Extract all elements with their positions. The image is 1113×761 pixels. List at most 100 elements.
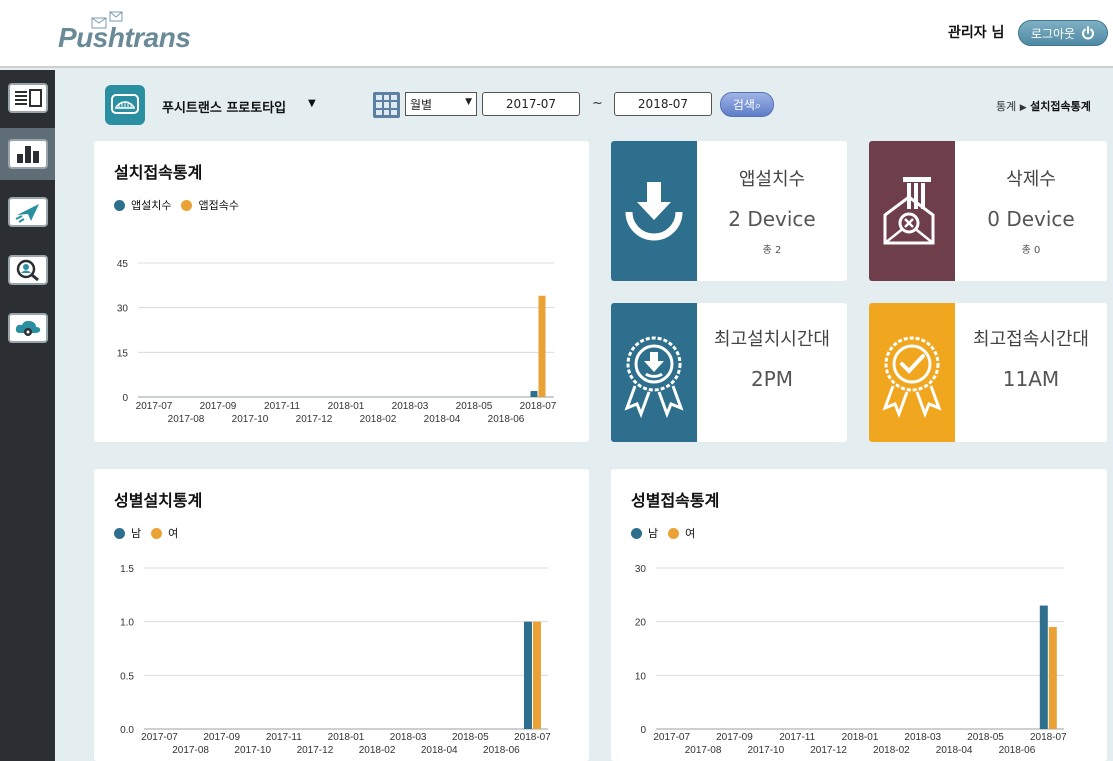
y-tick-label: 1.0 [120, 618, 134, 629]
x-tick-label: 2017-11 [266, 732, 302, 743]
caret-down-icon[interactable]: ▼ [308, 98, 316, 109]
x-tick-label: 2017-12 [297, 745, 334, 756]
card-icon-area [869, 141, 955, 281]
x-tick-label: 2017-08 [168, 414, 205, 425]
peak-install-card: 최고설치시간대 2PM [611, 303, 847, 442]
card-label: 최고접속시간대 [973, 329, 1089, 350]
x-tick-label: 2018-04 [936, 745, 973, 756]
logo-text: Pushtrans [58, 22, 191, 53]
search-button[interactable]: 검색⌕ [720, 92, 774, 117]
x-tick-label: 2018-06 [999, 745, 1036, 756]
triangle-right-icon: ▶ [1019, 103, 1027, 113]
x-tick-label: 2017-08 [685, 745, 722, 756]
card-value: 11AM [1002, 367, 1060, 391]
date-range-separator: ~ [592, 96, 603, 111]
list-panel-icon [14, 89, 42, 107]
search-button-label: 검색 [732, 98, 755, 112]
x-tick-label: 2017-12 [810, 745, 847, 756]
x-tick-label: 2018-02 [360, 414, 397, 425]
card-value: 2PM [750, 367, 794, 391]
y-tick-label: 30 [635, 564, 647, 575]
card-label: 삭제수 [1006, 169, 1056, 190]
card-icon-area [869, 303, 955, 442]
period-select-value: 월별 [410, 98, 433, 112]
card-value: 0 Device [987, 207, 1075, 231]
gender-install-panel: 성별설치통계 남 여 0.0 0.5 1.0 1.5 2017-07 2017-08 201… [94, 469, 589, 761]
breadcrumb-current: 설치접속통계 [1030, 100, 1091, 113]
x-tick-label: 2018-03 [904, 732, 941, 743]
install-access-panel: 설치접속통계 앱설치수 앱접속수 0 15 30 45 2017-07 2017-08 20… [94, 141, 589, 442]
gender-install-chart: 0.0 0.5 1.0 1.5 2017-07 2017-08 2017-09 2017-10… [120, 564, 551, 756]
install-access-chart: 0 15 30 45 2017-07 2017-08 2017-09 2017-10 2017-… [117, 259, 557, 425]
x-tick-label: 2018-06 [488, 414, 525, 425]
y-tick-label: 15 [117, 348, 129, 359]
sidebar-item-dashboard[interactable] [0, 72, 55, 124]
y-tick-label: 20 [635, 618, 647, 629]
peak-access-card: 최고접속시간대 11AM [869, 303, 1107, 442]
gender-access-panel: 성별접속통계 남 여 0 10 20 30 2017-07 2017-08 2017-09 2… [611, 469, 1107, 761]
chart-bar [1039, 605, 1048, 729]
x-tick-label: 2018-04 [424, 414, 461, 425]
breadcrumb: 통계 ▶ 설치접속통계 [996, 98, 1091, 114]
x-tick-label: 2017-11 [264, 401, 300, 412]
calendar-icon[interactable] [373, 92, 400, 118]
breadcrumb-parent[interactable]: 통계 [996, 100, 1016, 113]
x-tick-label: 2017-09 [716, 732, 753, 743]
x-tick-label: 2018-05 [452, 732, 489, 743]
x-tick-label: 2017-10 [747, 745, 784, 756]
app-icon[interactable] [105, 85, 145, 125]
sidebar-item-user-search[interactable] [0, 244, 55, 296]
x-tick-label: 2018-07 [520, 401, 557, 412]
x-tick-label: 2018-07 [514, 732, 551, 743]
x-tick-label: 2018-02 [873, 745, 910, 756]
y-tick-label: 0 [122, 393, 128, 404]
delete-count-card: 삭제수 0 Device 총 0 [869, 141, 1107, 281]
x-tick-label: 2017-09 [200, 401, 237, 412]
x-tick-label: 2017-09 [203, 732, 240, 743]
x-tick-label: 2018-01 [328, 732, 365, 743]
card-value: 2 Device [728, 207, 816, 231]
sidebar [0, 70, 55, 761]
date-to-input[interactable]: 2018-07 [614, 92, 712, 116]
sidebar-item-settings[interactable] [0, 302, 55, 354]
pushtrans-logo[interactable]: Pushtrans [58, 8, 191, 56]
logout-label: 로그아웃 [1030, 26, 1076, 41]
period-select[interactable]: 월별 ▼ [405, 92, 477, 116]
x-tick-label: 2018-05 [967, 732, 1004, 743]
sidebar-item-push[interactable] [0, 186, 55, 238]
trash-mail-icon [883, 177, 935, 245]
search-icon: ⌕ [754, 99, 762, 112]
y-tick-label: 1.5 [120, 564, 134, 575]
y-tick-label: 0.0 [120, 725, 134, 736]
card-icon-area [611, 303, 697, 442]
y-tick-label: 45 [117, 259, 129, 270]
x-tick-label: 2018-06 [483, 745, 520, 756]
download-icon [625, 182, 683, 241]
download-badge-icon [624, 336, 684, 418]
cloud-gear-icon [15, 320, 40, 336]
sidebar-item-statistics[interactable] [0, 128, 55, 180]
x-tick-label: 2017-08 [172, 745, 209, 756]
x-tick-label: 2018-03 [390, 732, 427, 743]
paper-plane-icon [15, 204, 39, 223]
y-tick-label: 30 [117, 304, 129, 315]
app-selector[interactable]: 푸시트랜스 프로토타입 [162, 97, 286, 116]
x-tick-label: 2018-01 [842, 732, 879, 743]
date-from-input[interactable]: 2017-07 [482, 92, 580, 116]
card-icon-area [611, 141, 697, 281]
chart-bar [1048, 627, 1057, 729]
x-tick-label: 2017-11 [779, 732, 815, 743]
card-label: 최고설치시간대 [714, 329, 830, 350]
bridge-icon [111, 94, 139, 114]
y-tick-label: 10 [635, 671, 647, 682]
chart-bar [530, 391, 538, 397]
card-label: 앱설치수 [738, 169, 806, 190]
caret-down-icon: ▼ [465, 97, 472, 107]
x-tick-label: 2018-05 [456, 401, 493, 412]
x-tick-label: 2017-07 [653, 732, 690, 743]
install-count-card: 앱설치수 2 Device 총 2 [611, 141, 847, 281]
x-tick-label: 2017-07 [136, 401, 173, 412]
app-header: Pushtrans 관리자 님 로그아웃 [0, 0, 1113, 68]
x-tick-label: 2017-10 [234, 745, 271, 756]
logout-button[interactable]: 로그아웃 [1018, 20, 1108, 46]
